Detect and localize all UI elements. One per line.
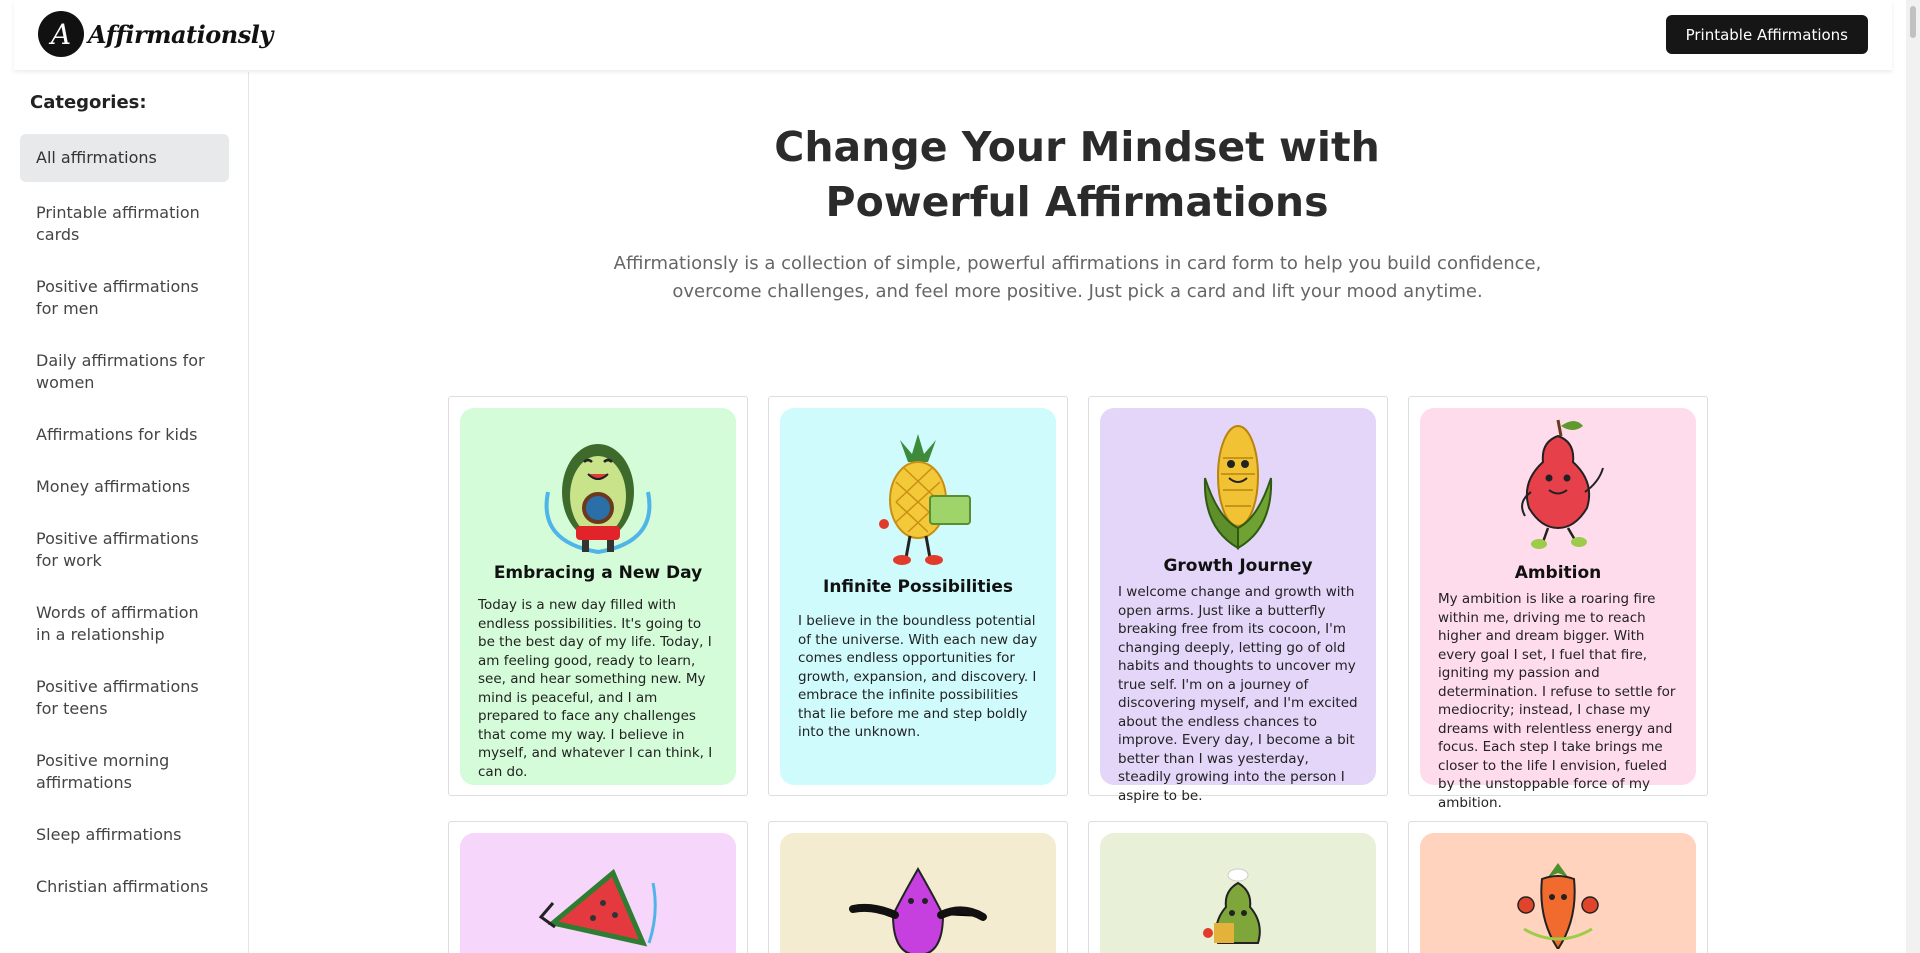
card-background xyxy=(1100,833,1376,953)
logo-icon: A xyxy=(38,11,84,57)
category-sleep[interactable]: Sleep affirmations xyxy=(20,814,229,856)
card-title: Infinite Possibilities xyxy=(823,577,1013,597)
card-text: My ambition is like a roaring fire withi… xyxy=(1438,591,1676,811)
affirmation-card[interactable] xyxy=(1088,821,1388,953)
category-women[interactable]: Daily affirmations for women xyxy=(20,340,229,404)
category-relationship[interactable]: Words of affirmation in a relationship xyxy=(20,592,229,656)
page-title: Change Your Mindset with Powerful Affirm… xyxy=(774,123,1380,226)
affirmation-card[interactable] xyxy=(1408,821,1708,953)
site-header: A Affirmationsly Printable Affirmations xyxy=(14,0,1892,70)
affirmation-card[interactable]: Growth Journey I welcome change and grow… xyxy=(1088,396,1388,804)
corn-icon xyxy=(1203,425,1273,550)
carrot-icon xyxy=(1517,863,1599,949)
card-background: Embracing a New Day Today is a new day f… xyxy=(460,408,736,785)
category-work[interactable]: Positive affirmations for work xyxy=(20,518,229,582)
card-title: Ambition xyxy=(1514,563,1602,583)
card-background xyxy=(780,833,1056,953)
affirmation-card[interactable]: Ambition My ambition is like a roaring f… xyxy=(1408,396,1708,811)
card-text: Today is a new day filled with endless p… xyxy=(478,597,713,780)
pear-icon xyxy=(1521,419,1604,549)
category-printable-cards[interactable]: Printable affirmation cards xyxy=(20,192,229,256)
category-list: All affirmations Printable affirmation c… xyxy=(20,134,229,918)
sidebar: Categories: All affirmations Printable a… xyxy=(14,72,249,953)
card-background xyxy=(1420,833,1696,953)
fig-icon xyxy=(849,866,987,953)
affirmation-card[interactable]: Infinite Possibilities I believe in the … xyxy=(768,396,1068,796)
card-background xyxy=(460,833,736,953)
scrollbar-thumb[interactable] xyxy=(1910,6,1916,38)
printable-affirmations-button[interactable]: Printable Affirmations xyxy=(1665,15,1868,54)
affirmation-card[interactable]: Embracing a New Day Today is a new day f… xyxy=(448,396,748,796)
watermelon-icon xyxy=(538,868,657,947)
card-text: I believe in the boundless potential of … xyxy=(798,613,1038,740)
logo-text: Affirmationsly xyxy=(88,19,273,49)
category-kids[interactable]: Affirmations for kids xyxy=(20,414,229,456)
card-background: Growth Journey I welcome change and grow… xyxy=(1100,408,1376,804)
page-description: Affirmationsly is a collection of simple… xyxy=(613,253,1542,302)
card-text: I welcome change and growth with open ar… xyxy=(1118,584,1358,804)
card-background: Ambition My ambition is like a roaring f… xyxy=(1420,408,1696,811)
page-scrollbar[interactable] xyxy=(1906,0,1920,953)
category-all-affirmations[interactable]: All affirmations xyxy=(20,134,229,182)
affirmation-card[interactable] xyxy=(768,821,1068,953)
categories-title: Categories: xyxy=(30,92,147,113)
logo[interactable]: A Affirmationsly xyxy=(38,11,273,57)
category-teens[interactable]: Positive affirmations for teens xyxy=(20,666,229,730)
avocado-jumprope-icon xyxy=(544,444,652,555)
card-background: Infinite Possibilities I believe in the … xyxy=(780,408,1056,785)
category-money[interactable]: Money affirmations xyxy=(20,466,229,508)
category-men[interactable]: Positive affirmations for men xyxy=(20,266,229,330)
green-pear-icon xyxy=(1203,868,1261,944)
affirmation-card[interactable] xyxy=(448,821,748,953)
card-title: Embracing a New Day xyxy=(493,563,703,583)
category-morning[interactable]: Positive morning affirmations xyxy=(20,740,229,804)
pineapple-icon xyxy=(879,434,971,565)
category-christian[interactable]: Christian affirmations xyxy=(20,866,229,908)
card-title: Growth Journey xyxy=(1163,556,1313,576)
